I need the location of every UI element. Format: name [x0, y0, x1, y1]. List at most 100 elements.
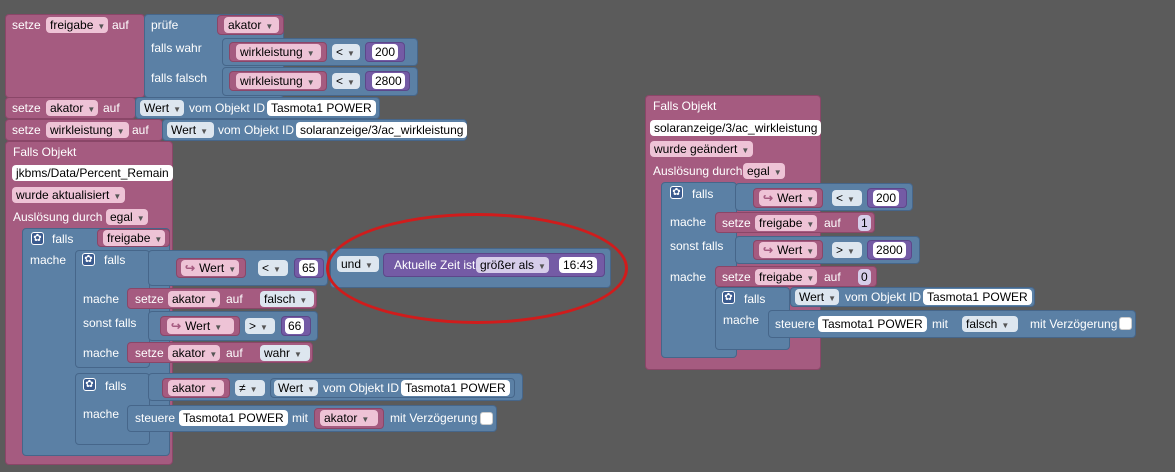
number-65[interactable]: 65 [299, 260, 319, 276]
var-freigabe-dropdown-r1[interactable]: freigabe ▼ [755, 215, 817, 231]
setze-label: setze [722, 270, 751, 284]
event-aktualisiert-dropdown[interactable]: wurde aktualisiert ▼ [12, 187, 126, 203]
var-akator-dropdown[interactable]: akator ▼ [168, 345, 220, 361]
setze-label: setze [135, 292, 164, 306]
setze-label: setze [12, 18, 41, 32]
auf-label: auf [824, 216, 841, 230]
falls-objekt-label: Falls Objekt [13, 145, 77, 159]
mache-label: mache [670, 270, 707, 284]
falls-wahr-label: falls wahr [151, 41, 202, 55]
op-gt-dropdown-1[interactable]: > ▼ [245, 318, 275, 334]
falls-label: falls [104, 253, 126, 267]
vom-objekt-id-label: vom Objekt ID [189, 101, 266, 115]
delay-checkbox-right[interactable] [1119, 317, 1132, 330]
pruefe-label: prüfe [151, 18, 179, 32]
number-2800[interactable]: 2800 [372, 73, 405, 89]
auf-label: auf [132, 123, 149, 137]
vom-objekt-id-label: vom Objekt ID [323, 381, 400, 395]
number-66[interactable]: 66 [285, 318, 305, 334]
falls-label: falls [105, 379, 127, 393]
ausloesung-label: Auslösung durch [653, 164, 743, 178]
bool-falsch-dropdown[interactable]: falsch ▼ [260, 291, 314, 307]
object-id-tasmota-1[interactable]: Tasmota1 POWER [267, 100, 376, 116]
wert-dropdown-3[interactable]: Wert ▼ [274, 380, 318, 396]
sonst-falls-label: sonst falls [83, 316, 137, 330]
falls-label: falls [692, 187, 714, 201]
mache-label: mache [83, 407, 120, 421]
mache-label: mache [83, 292, 120, 306]
gear-icon[interactable]: ✿ [83, 378, 96, 391]
auf-label: auf [226, 292, 243, 306]
delay-checkbox-left[interactable] [480, 412, 493, 425]
setze-label: setze [12, 123, 41, 137]
wert-trigger-dropdown-1[interactable]: ↪ Wert ▼ [181, 260, 239, 276]
object-id-jkbms[interactable]: jkbms/Data/Percent_Remain [12, 165, 173, 181]
freigabe-dropdown[interactable]: freigabe ▼ [103, 230, 165, 246]
var-freigabe-dropdown[interactable]: freigabe ▼ [46, 17, 108, 33]
var-freigabe-dropdown-r2[interactable]: freigabe ▼ [755, 269, 817, 285]
wert-trigger-dropdown-3[interactable]: ↪ Wert ▼ [759, 190, 817, 206]
op-lt-dropdown-1[interactable]: < ▼ [332, 44, 360, 60]
wirkleistung-dropdown-1[interactable]: wirkleistung ▼ [236, 44, 321, 60]
egal-dropdown-left[interactable]: egal ▼ [106, 209, 148, 225]
falls-objekt-label: Falls Objekt [653, 99, 717, 113]
auf-label: auf [226, 346, 243, 360]
setze-label: setze [12, 101, 41, 115]
akator-dropdown-2[interactable]: akator ▼ [168, 380, 224, 396]
op-lt-dropdown-2[interactable]: < ▼ [332, 73, 360, 89]
akator-dropdown-3[interactable]: akator ▼ [320, 410, 378, 426]
mit-verzoegerung-label: mit Verzögerung [1030, 317, 1118, 331]
mache-label: mache [83, 346, 120, 360]
bool-falsch-dropdown-r[interactable]: falsch ▼ [962, 316, 1018, 332]
steuere-label: steuere [135, 411, 176, 425]
var-akator-dropdown[interactable]: akator ▼ [168, 291, 220, 307]
bool-wahr-dropdown[interactable]: wahr ▼ [260, 345, 310, 361]
highlight-ring [326, 213, 628, 324]
op-gt-dropdown-2[interactable]: > ▼ [832, 242, 862, 258]
wert-dropdown-2[interactable]: Wert ▼ [167, 122, 214, 138]
wert-dropdown-4[interactable]: Wert ▼ [795, 289, 839, 305]
number-0[interactable]: 0 [858, 269, 871, 285]
gear-icon[interactable]: ✿ [670, 186, 683, 199]
object-id-solar-2[interactable]: solaranzeige/3/ac_wirkleistung [650, 120, 822, 136]
op-lt-dropdown-4[interactable]: < ▼ [832, 190, 862, 206]
mache-label: mache [723, 313, 760, 327]
falls-falsch-label: falls falsch [151, 71, 208, 85]
number-2800-r[interactable]: 2800 [873, 242, 906, 258]
var-akator-dropdown[interactable]: akator ▼ [46, 100, 98, 116]
number-1[interactable]: 1 [858, 215, 871, 231]
wert-trigger-dropdown-4[interactable]: ↪ Wert ▼ [759, 242, 817, 258]
akator-dropdown[interactable]: akator ▼ [224, 17, 279, 33]
wirkleistung-dropdown-2[interactable]: wirkleistung ▼ [236, 73, 321, 89]
mit-label: mit [932, 317, 948, 331]
sonst-falls-label: sonst falls [670, 239, 724, 253]
op-lt-dropdown-3[interactable]: < ▼ [258, 260, 288, 276]
object-id-tasmota-3[interactable]: Tasmota1 POWER [179, 410, 288, 426]
event-geaendert-dropdown[interactable]: wurde geändert ▼ [650, 141, 754, 157]
number-200[interactable]: 200 [372, 44, 399, 60]
steuere-label: steuere [775, 317, 816, 331]
wert-trigger-dropdown-2[interactable]: ↪ Wert ▼ [167, 318, 234, 334]
object-id-tasmota-4[interactable]: Tasmota1 POWER [923, 289, 1032, 305]
auf-label: auf [824, 270, 841, 284]
var-wirkleistung-dropdown[interactable]: wirkleistung ▼ [46, 122, 129, 138]
ausloesung-label: Auslösung durch [13, 210, 103, 224]
falls-label: falls [52, 232, 74, 246]
vom-objekt-id-label: vom Objekt ID [218, 123, 295, 137]
egal-dropdown-right[interactable]: egal ▼ [743, 163, 785, 179]
object-id-tasmota-2[interactable]: Tasmota1 POWER [401, 380, 510, 396]
number-200-r[interactable]: 200 [873, 190, 900, 206]
mache-label: mache [670, 215, 707, 229]
vom-objekt-id-label: vom Objekt ID [845, 290, 922, 304]
mit-verzoegerung-label: mit Verzögerung [390, 411, 478, 425]
gear-icon[interactable]: ✿ [31, 232, 44, 245]
auf-label: auf [103, 101, 120, 115]
object-id-tasmota-5[interactable]: Tasmota1 POWER [818, 316, 927, 332]
gear-icon[interactable]: ✿ [722, 291, 735, 304]
op-ne-dropdown[interactable]: ≠ ▼ [235, 380, 265, 396]
falls-label: falls [744, 292, 766, 306]
wert-dropdown-1[interactable]: Wert ▼ [140, 100, 184, 116]
object-id-solar-1[interactable]: solaranzeige/3/ac_wirkleistung [296, 122, 468, 138]
setze-label: setze [135, 346, 164, 360]
gear-icon[interactable]: ✿ [82, 253, 95, 266]
